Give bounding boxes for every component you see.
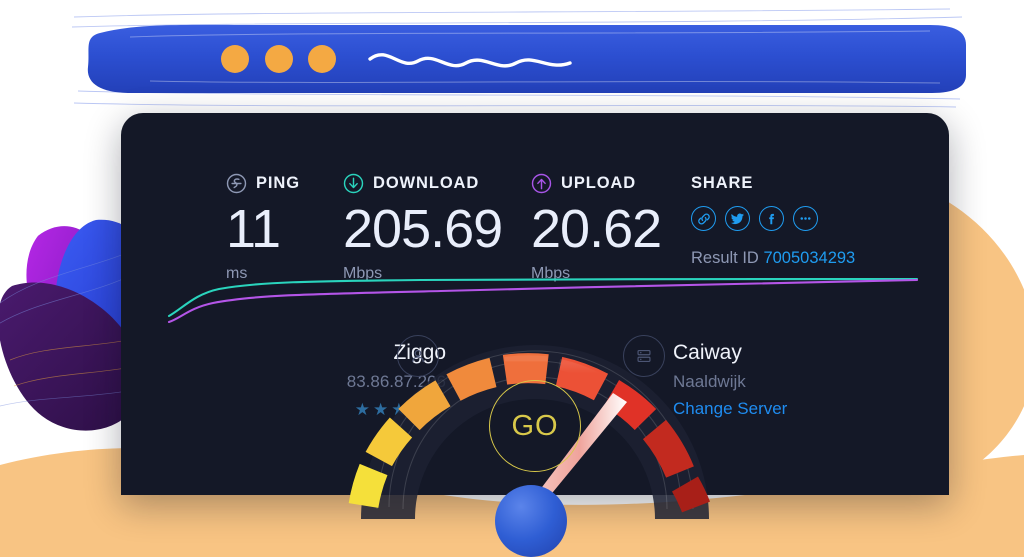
gauge-knob [495,485,567,557]
share-buttons [691,206,855,231]
metric-ping-header: PING [226,171,300,195]
share-section: SHARE Result ID 7005034293 [691,171,855,268]
traffic-dot-2 [265,45,293,73]
metric-upload-value: 20.62 [531,199,662,259]
metric-ping-value: 11 [226,199,281,259]
traffic-dot-1 [221,45,249,73]
result-id-value[interactable]: 7005034293 [763,249,855,267]
server-name: Caiway [673,341,742,364]
url-bar-squiggle [368,53,572,68]
speed-graph [167,277,919,323]
metric-download-header: DOWNLOAD [343,171,502,195]
twitter-icon [730,212,744,224]
metric-download-label: DOWNLOAD [373,173,480,192]
isp-node-circle [397,335,439,377]
share-more-button[interactable] [793,206,818,231]
upload-graph-line [167,278,919,323]
traffic-dot-3 [308,45,336,73]
speedtest-result-panel: PING 11 ms DOWNLOAD 205.69 Mbps UPLOAD 2… [121,113,949,557]
ping-icon [226,173,247,193]
share-facebook-button[interactable] [759,206,784,231]
server-node-circle [623,335,665,377]
server-location: Naaldwijk [673,372,746,392]
browser-chrome-illustration [71,8,966,108]
share-link-button[interactable] [691,206,716,231]
metric-ping-label: PING [256,173,300,192]
link-icon [697,212,710,225]
go-button[interactable]: GO [489,380,581,472]
isp-rating-stars[interactable]: ★★★★★ [236,400,446,420]
upload-arrow-icon [531,173,552,193]
share-twitter-button[interactable] [725,206,750,231]
metric-download-value: 205.69 [343,199,503,259]
download-arrow-icon [343,173,364,193]
facebook-icon [768,213,774,224]
ellipsis-icon [800,217,811,220]
metric-upload: UPLOAD 20.62 Mbps [531,171,662,283]
metric-download: DOWNLOAD 205.69 Mbps [343,171,503,283]
metric-upload-label: UPLOAD [561,173,637,192]
change-server-link[interactable]: Change Server [673,399,903,419]
user-icon [412,349,424,363]
share-header: SHARE [691,171,855,195]
screenshot-stage: PING 11 ms DOWNLOAD 205.69 Mbps UPLOAD 2… [0,0,1024,557]
result-id-label: Result ID [691,249,759,267]
metric-upload-header: UPLOAD [531,171,661,195]
download-graph-line [167,277,919,318]
share-label: SHARE [691,173,754,192]
server-icon [637,350,651,362]
result-id: Result ID 7005034293 [691,249,855,268]
metric-ping: PING 11 ms [226,171,300,283]
server-info: Caiway Naaldwijk Change Server [673,341,903,419]
